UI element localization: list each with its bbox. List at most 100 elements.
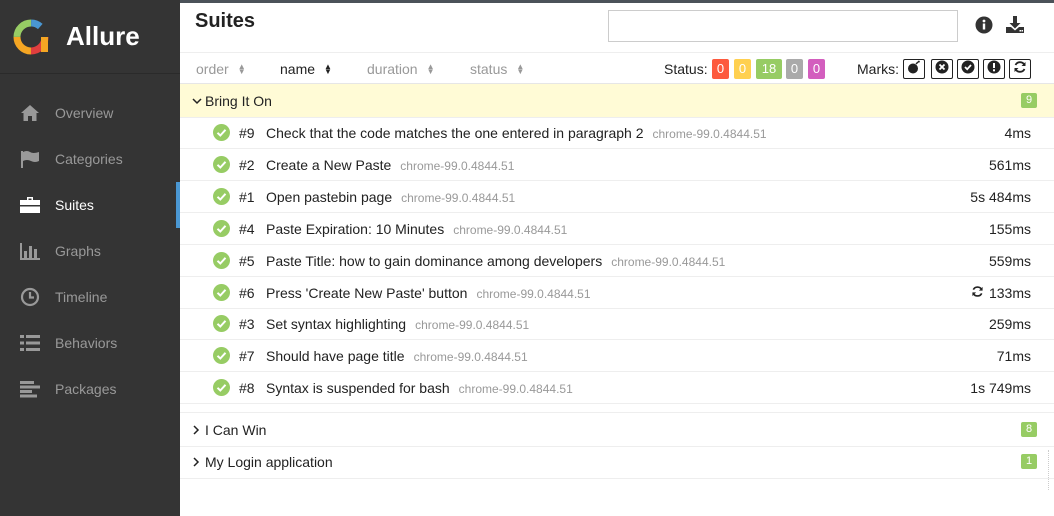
test-name: Open pastebin page <box>266 189 393 205</box>
bar-chart-icon <box>19 241 41 261</box>
chevron-right-icon <box>192 424 202 435</box>
test-name: Paste Title: how to gain dominance among… <box>266 253 603 269</box>
chevron-right-icon <box>192 456 202 467</box>
test-row[interactable]: #9 Check that the code matches the one en… <box>180 117 1054 149</box>
sort-arrows-icon: ▲ ▼ <box>516 62 525 76</box>
passed-check-icon <box>213 379 230 396</box>
test-name-container: Paste Title: how to gain dominance among… <box>266 253 725 269</box>
test-environment: chrome-99.0.4844.51 <box>458 382 573 396</box>
sort-arrows-icon: ▲ ▼ <box>324 62 332 76</box>
sort-by-status[interactable]: status ▲ ▼ <box>470 61 524 77</box>
suite-name: I Can Win <box>205 421 267 438</box>
test-name: Set syntax highlighting <box>266 316 407 332</box>
sort-by-order[interactable]: order ▲ ▼ <box>196 61 246 77</box>
test-duration: 5s 484ms <box>970 189 1031 205</box>
status-skipped-toggle[interactable]: 0 <box>786 59 803 79</box>
test-duration-container: 559ms <box>989 253 1031 269</box>
suite-group-bring-it-on[interactable]: Bring It On 9 <box>180 84 1054 118</box>
passed-check-icon <box>213 315 230 332</box>
test-duration: 155ms <box>988 221 1031 237</box>
download-icon[interactable] <box>1005 15 1025 35</box>
test-number: #8 <box>239 380 255 396</box>
passed-check-icon <box>213 156 230 173</box>
sidebar-item-overview[interactable]: Overview <box>0 90 180 136</box>
test-duration-container: 561ms <box>989 157 1031 173</box>
test-environment: chrome-99.0.4844.51 <box>415 318 530 332</box>
sort-by-name[interactable]: name ▲ ▼ <box>280 61 332 77</box>
mark-new-broken-button[interactable] <box>983 59 1005 79</box>
sidebar-item-suites[interactable]: Suites <box>0 182 180 228</box>
retry-icon <box>971 285 984 301</box>
test-name: Check that the code matches the one ente… <box>266 125 644 141</box>
test-number: #5 <box>239 253 255 269</box>
test-number: #1 <box>239 189 255 205</box>
sidebar-item-packages[interactable]: Packages <box>0 366 180 412</box>
test-duration-container: 5s 484ms <box>970 189 1031 205</box>
test-name: Syntax is suspended for bash <box>266 380 450 396</box>
test-row[interactable]: #3 Set syntax highlighting chrome-99.0.484… <box>180 308 1054 340</box>
suite-name: Bring It On <box>205 92 272 109</box>
check-circle-icon <box>961 60 975 79</box>
test-row[interactable]: #2 Create a New Paste chrome-99.0.4844.51 5… <box>180 149 1054 181</box>
brand[interactable]: Allure <box>0 0 180 74</box>
suite-group-header[interactable]: Bring It On 9 <box>180 84 1054 117</box>
test-duration: 559ms <box>988 253 1031 269</box>
home-icon <box>19 103 41 123</box>
sort-by-duration[interactable]: duration ▲ ▼ <box>367 61 435 77</box>
mark-flaky-button[interactable] <box>903 59 925 79</box>
test-name-container: Should have page title chrome-99.0.4844.5… <box>266 348 528 364</box>
suite-group-header[interactable]: I Can Win 8 <box>180 413 1054 446</box>
passed-check-icon <box>213 220 230 237</box>
sidebar-item-graphs[interactable]: Graphs <box>0 228 180 274</box>
test-name-container: Syntax is suspended for bash chrome-99.0.… <box>266 380 573 396</box>
mark-new-passed-button[interactable] <box>957 59 979 79</box>
status-filter-label: Status: <box>664 61 708 77</box>
sidebar-item-timeline[interactable]: Timeline <box>0 274 180 320</box>
app-name: Allure <box>66 21 140 51</box>
test-row[interactable]: #8 Syntax is suspended for bash chrome-99.… <box>180 372 1054 404</box>
test-row[interactable]: #4 Paste Expiration: 10 Minutes chrome-99.… <box>180 213 1054 245</box>
sidebar-nav: Overview Categories Suites Graphs Timeli… <box>0 90 180 412</box>
sidebar-item-behaviors[interactable]: Behaviors <box>0 320 180 366</box>
suite-group-i-can-win[interactable]: I Can Win 8 <box>180 412 1054 447</box>
test-row[interactable]: #7 Should have page title chrome-99.0.4844… <box>180 340 1054 372</box>
test-duration-container: 155ms <box>989 221 1031 237</box>
sort-arrows-icon: ▲ ▼ <box>237 62 246 76</box>
passed-check-icon <box>213 124 230 141</box>
refresh-icon <box>1013 60 1027 79</box>
flag-icon <box>19 149 41 169</box>
status-unknown-toggle[interactable]: 0 <box>808 59 825 79</box>
scrollbar[interactable] <box>1048 450 1054 490</box>
test-duration-container: 133ms <box>971 285 1031 301</box>
status-failed-toggle[interactable]: 0 <box>712 59 729 79</box>
search-input[interactable] <box>608 10 958 42</box>
sidebar-item-label: Graphs <box>55 243 101 259</box>
times-circle-icon <box>935 60 949 79</box>
passed-check-icon <box>213 252 230 269</box>
test-number: #4 <box>239 221 255 237</box>
test-name: Should have page title <box>266 348 405 364</box>
test-row[interactable]: #1 Open pastebin page chrome-99.0.4844.51 5… <box>180 181 1054 213</box>
test-environment: chrome-99.0.4844.51 <box>413 350 528 364</box>
sort-label: duration <box>367 61 418 77</box>
status-passed-toggle[interactable]: 18 <box>756 59 782 79</box>
suite-group-my-login-application[interactable]: My Login application 1 <box>180 445 1054 479</box>
test-name-container: Check that the code matches the one ente… <box>266 125 767 141</box>
sidebar: Allure Overview Categories Suites Graphs <box>0 0 180 516</box>
mark-new-failed-button[interactable] <box>931 59 953 79</box>
test-row[interactable]: #6 Press 'Create New Paste' button chrome-… <box>180 277 1054 309</box>
sort-label: order <box>196 61 229 77</box>
passed-check-icon <box>213 188 230 205</box>
sidebar-item-categories[interactable]: Categories <box>0 136 180 182</box>
info-icon[interactable] <box>974 15 994 35</box>
status-broken-toggle[interactable]: 0 <box>734 59 751 79</box>
mark-retries-button[interactable] <box>1009 59 1031 79</box>
test-row[interactable]: #5 Paste Title: how to gain dominance amo… <box>180 245 1054 277</box>
bomb-icon <box>907 60 921 79</box>
suite-count-badge: 1 <box>1021 454 1037 469</box>
sort-label: name <box>280 61 316 77</box>
test-number: #6 <box>239 285 255 301</box>
suite-count-badge: 9 <box>1021 93 1037 108</box>
test-name-container: Set syntax highlighting chrome-99.0.4844.… <box>266 316 529 332</box>
suite-group-header[interactable]: My Login application 1 <box>180 445 1054 478</box>
